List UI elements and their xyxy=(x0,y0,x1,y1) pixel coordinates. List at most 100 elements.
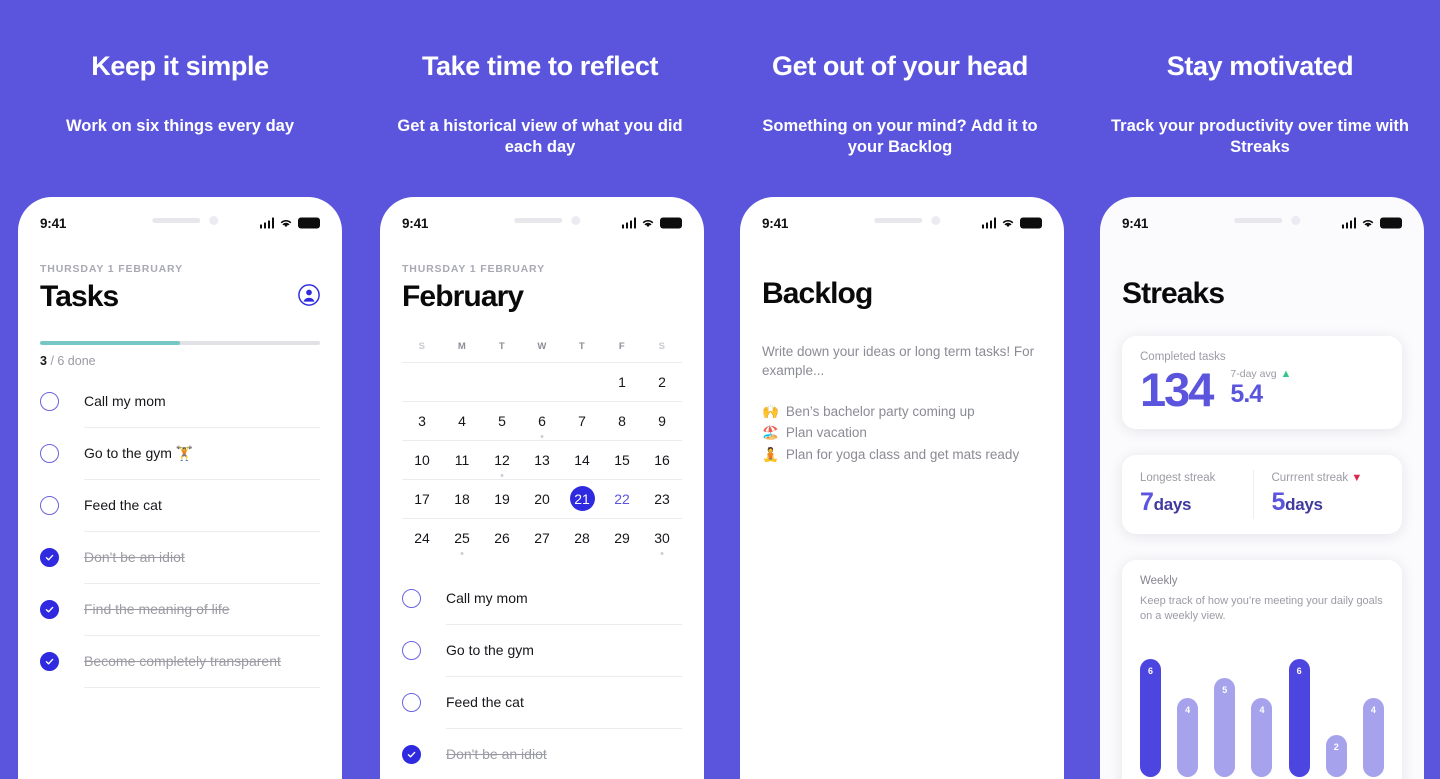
screen-title-row: Tasks xyxy=(40,275,320,315)
calendar-day[interactable]: 1 xyxy=(602,363,642,401)
calendar-day-number: 26 xyxy=(494,529,510,546)
calendar-day[interactable]: 23 xyxy=(642,480,682,518)
streaks-screen: Streaks Completed tasks 134 7-day avg ▲ xyxy=(1100,277,1424,779)
task-row[interactable]: Call my mom xyxy=(40,376,320,428)
current-streak-value: 5days xyxy=(1272,488,1385,517)
current-streak-label-row: Currrent streak ▼ xyxy=(1272,472,1385,484)
chart-bar[interactable]: 6 xyxy=(1288,659,1310,778)
calendar-day-selected[interactable]: 21 xyxy=(562,480,602,518)
daily-progress: 3 / 6 done xyxy=(40,340,320,368)
calendar-day[interactable]: 8 xyxy=(602,402,642,440)
calendar-day[interactable]: 26 xyxy=(482,519,522,557)
calendar-day-number: 21 xyxy=(569,486,595,511)
task-label: Go to the gym 🏋️ xyxy=(84,444,194,461)
calendar-activity-dot xyxy=(660,551,664,555)
speaker-grille-icon xyxy=(152,218,201,223)
streak-summary-card: Longest streak 7days Currrent streak ▼ 5… xyxy=(1122,454,1402,534)
backlog-item[interactable]: 🙌 Ben’s bachelor party coming up xyxy=(762,401,1042,423)
task-row[interactable]: Don't be an idiot xyxy=(402,729,682,779)
calendar-day[interactable]: 15 xyxy=(602,441,642,479)
task-row[interactable]: Find the meaning of life xyxy=(40,584,320,636)
phone-notch xyxy=(1234,216,1301,225)
task-checkbox-checked[interactable] xyxy=(40,548,59,567)
task-row[interactable]: Feed the cat xyxy=(402,677,682,729)
calendar-day[interactable]: 27 xyxy=(522,519,562,557)
backlog-item[interactable]: 🧘 Plan for yoga class and get mats ready xyxy=(762,444,1042,466)
calendar-day[interactable]: 6 xyxy=(522,402,562,440)
task-row[interactable]: Go to the gym 🏋️ xyxy=(40,428,320,480)
weekly-bar-chart: 6 4 5 4 6 2 4 xyxy=(1140,647,1384,778)
calendar-day-number: 3 xyxy=(418,412,426,429)
calendar-day[interactable]: 19 xyxy=(482,480,522,518)
battery-icon xyxy=(1020,217,1042,229)
task-row[interactable]: Go to the gym xyxy=(402,625,682,677)
wifi-icon xyxy=(1362,220,1374,228)
calendar-day[interactable]: 29 xyxy=(602,519,642,557)
calendar-day[interactable]: 13 xyxy=(522,441,562,479)
calendar-day[interactable]: 12 xyxy=(482,441,522,479)
calendar-day[interactable]: 2 xyxy=(642,363,682,401)
calendar-day[interactable] xyxy=(402,363,442,401)
speaker-grille-icon xyxy=(874,218,923,223)
profile-avatar-icon[interactable] xyxy=(298,283,320,306)
calendar-activity-dot xyxy=(500,473,504,477)
calendar-day[interactable]: 25 xyxy=(442,519,482,557)
chart-bar[interactable]: 4 xyxy=(1362,698,1384,778)
calendar-day-number: 9 xyxy=(658,412,666,429)
calendar-day-number: 2 xyxy=(658,373,666,390)
calendar-day[interactable] xyxy=(522,363,562,401)
calendar-day[interactable]: 22 xyxy=(602,480,642,518)
task-row[interactable]: Don't be an idiot xyxy=(40,532,320,584)
chart-bar[interactable]: 4 xyxy=(1177,698,1199,778)
calendar-day[interactable]: 11 xyxy=(442,441,482,479)
calendar-day[interactable]: 30 xyxy=(642,519,682,557)
calendar-day[interactable] xyxy=(482,363,522,401)
calendar-day[interactable]: 9 xyxy=(642,402,682,440)
calendar-day[interactable]: 10 xyxy=(402,441,442,479)
task-checkbox-checked[interactable] xyxy=(402,745,421,764)
task-label: Don't be an idiot xyxy=(84,549,185,565)
calendar-day[interactable]: 20 xyxy=(522,480,562,518)
calendar-day[interactable]: 3 xyxy=(402,402,442,440)
task-checkbox[interactable] xyxy=(40,496,59,515)
calendar-day-number: 15 xyxy=(614,451,630,468)
chart-bar-value: 6 xyxy=(1147,666,1153,677)
task-row[interactable]: Feed the cat xyxy=(40,480,320,532)
calendar-day[interactable]: 14 xyxy=(562,441,602,479)
calendar-day[interactable]: 7 xyxy=(562,402,602,440)
calendar-day[interactable]: 24 xyxy=(402,519,442,557)
chart-bar[interactable]: 4 xyxy=(1251,698,1273,778)
check-icon xyxy=(45,606,54,613)
calendar-day[interactable]: 28 xyxy=(562,519,602,557)
column-headline: Stay motivated xyxy=(1166,51,1354,81)
task-checkbox[interactable] xyxy=(40,392,59,411)
tasks-screen: THURSDAY 1 FEBRUARY Tasks 3 / 6 done Cal… xyxy=(18,263,342,688)
calendar-day[interactable]: 17 xyxy=(402,480,442,518)
calendar-day[interactable]: 16 xyxy=(642,441,682,479)
task-label: Find the meaning of life xyxy=(84,601,230,617)
task-checkbox-checked[interactable] xyxy=(40,600,59,619)
task-checkbox-checked[interactable] xyxy=(40,652,59,671)
task-label: Call my mom xyxy=(446,590,528,606)
task-checkbox[interactable] xyxy=(402,589,421,608)
backlog-item[interactable]: 🏖️ Plan vacation xyxy=(762,422,1042,444)
task-row[interactable]: Call my mom xyxy=(402,573,682,625)
chart-bar[interactable]: 5 xyxy=(1214,678,1236,778)
chart-bar[interactable]: 2 xyxy=(1325,735,1347,778)
phone-mockup-backlog: 9:41 Backlog Write down your ideas or lo… xyxy=(740,197,1064,779)
task-row[interactable]: Become completely transparent xyxy=(40,636,320,688)
calendar-day-number: 17 xyxy=(414,490,430,507)
longest-streak-value: 7days xyxy=(1140,488,1253,517)
task-checkbox[interactable] xyxy=(40,444,59,463)
calendar-day-number: 27 xyxy=(534,529,550,546)
calendar-day[interactable]: 5 xyxy=(482,402,522,440)
calendar-day[interactable] xyxy=(442,363,482,401)
date-eyebrow: THURSDAY 1 FEBRUARY xyxy=(402,263,545,275)
calendar-day[interactable]: 4 xyxy=(442,402,482,440)
calendar-day[interactable] xyxy=(562,363,602,401)
calendar-day-number: 1 xyxy=(618,373,626,390)
chart-bar[interactable]: 6 xyxy=(1140,659,1161,778)
task-checkbox[interactable] xyxy=(402,693,421,712)
calendar-day[interactable]: 18 xyxy=(442,480,482,518)
task-checkbox[interactable] xyxy=(402,641,421,660)
